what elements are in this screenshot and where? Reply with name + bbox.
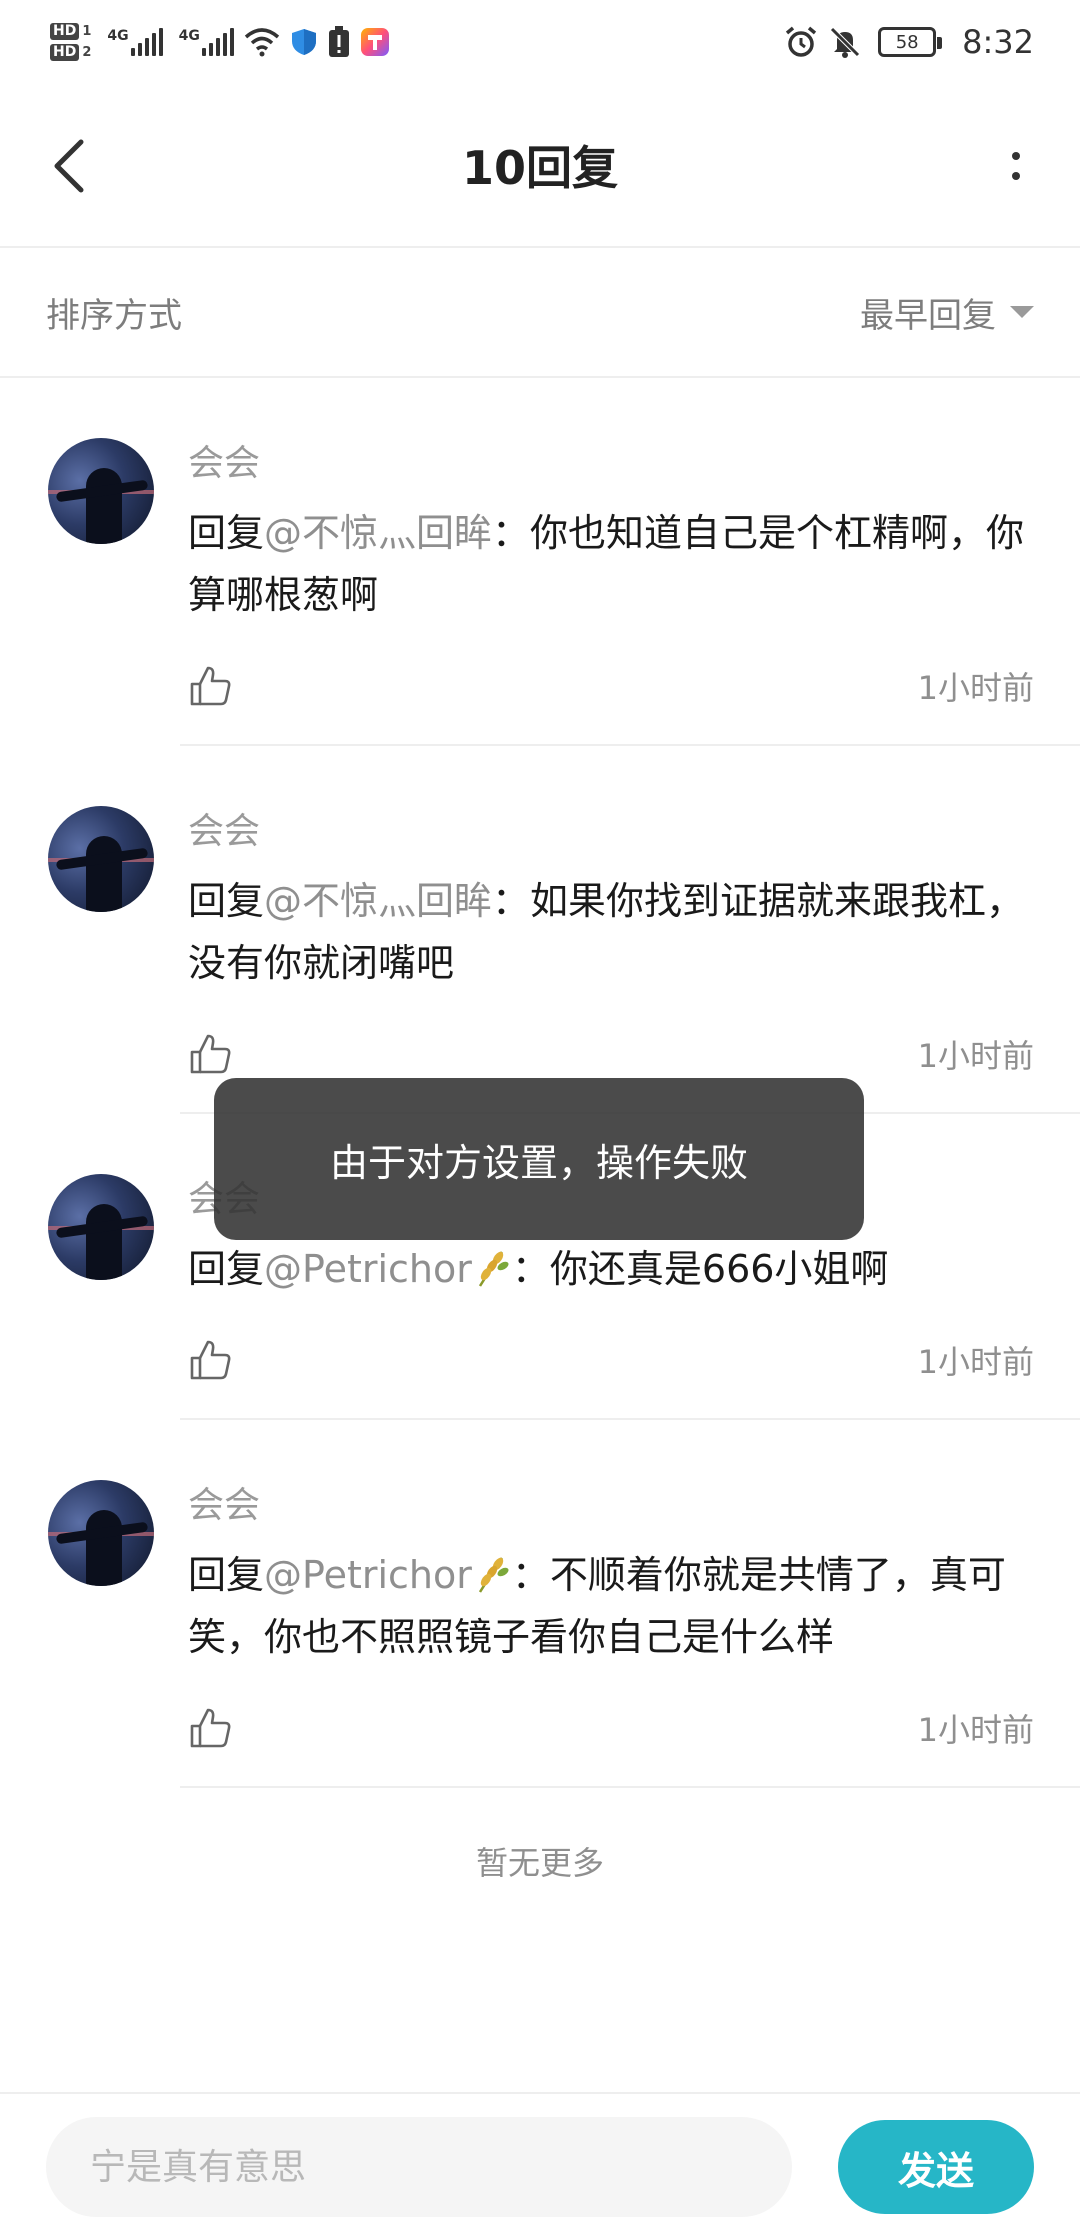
reply-item: 会会 回复@Petrichor ：不顺着你就是共情了，真可笑，你也不照照镜子看你… [0, 1420, 1080, 1788]
app-icon [360, 27, 390, 57]
reply-content[interactable]: 回复@Petrichor ：不顺着你就是共情了，真可笑，你也不照照镜子看你自己是… [188, 1544, 1034, 1668]
no-more-label: 暂无更多 [475, 1844, 604, 1882]
sort-value: 最早回复 [860, 295, 996, 336]
signal-group-2: 4G [179, 28, 234, 56]
signal-icon [130, 28, 163, 56]
avatar[interactable] [48, 1174, 154, 1280]
separator: ： [511, 1247, 550, 1291]
back-button[interactable] [40, 136, 96, 196]
sim-number: 2 [82, 45, 92, 60]
reply-prefix: 回复 [188, 511, 265, 555]
mention-link[interactable]: @不惊灬回眸 [264, 879, 492, 923]
like-button[interactable] [188, 664, 232, 708]
signal-group-1: 4G [107, 28, 163, 56]
thumbs-up-icon [190, 666, 231, 706]
status-right: 58 8:32 [784, 23, 1034, 61]
network-type: 4G [178, 28, 200, 44]
sort-label: 排序方式 [46, 295, 182, 336]
send-button[interactable]: 发送 [838, 2120, 1034, 2214]
username[interactable]: 会会 [188, 1480, 1034, 1532]
battery-level: 58 [895, 31, 919, 53]
username[interactable]: 会会 [188, 438, 1034, 490]
more-options-button[interactable] [992, 136, 1040, 196]
dot [1012, 172, 1020, 180]
reply-item: 会会 回复@不惊灬回眸：如果你找到证据就来跟我杠，没有你就闭嘴吧 1小时前 [0, 746, 1080, 1114]
caret-down-icon [1010, 306, 1034, 318]
mute-icon [828, 25, 862, 59]
wifi-icon [244, 27, 280, 57]
avatar[interactable] [48, 1480, 154, 1586]
sort-dropdown[interactable]: 最早回复 [860, 288, 1034, 337]
mention-link[interactable]: @Petrichor [264, 1553, 472, 1597]
back-arrow-icon [54, 139, 84, 193]
sim2: HD 2 [50, 44, 91, 61]
battery-indicator: 58 [878, 27, 943, 57]
divider [180, 1786, 1080, 1788]
mention-link[interactable]: @Petrichor [264, 1247, 472, 1291]
signal-icon [201, 28, 234, 56]
page-title: 10回复 [461, 141, 618, 195]
reply-meta: 1小时前 [188, 1300, 1034, 1420]
reply-content[interactable]: 回复@不惊灬回眸：你也知道自己是个杠精啊，你算哪根葱啊 [188, 502, 1034, 626]
timestamp: 1小时前 [917, 1037, 1034, 1075]
like-button[interactable] [188, 1032, 232, 1076]
toast-message: 由于对方设置，操作失败 [214, 1078, 864, 1240]
status-bar: HD 1 HD 2 4G 4G 58 8:32 [0, 0, 1080, 84]
reply-text: 你还真是666小姐啊 [549, 1247, 889, 1291]
sim-indicators: HD 1 HD 2 [50, 23, 91, 61]
dot [1012, 152, 1020, 160]
reply-input[interactable] [46, 2117, 792, 2217]
reply-prefix: 回复 [188, 1247, 265, 1291]
reply-meta: 1小时前 [188, 626, 1034, 746]
sim1: HD 1 [50, 23, 91, 40]
separator: ： [511, 1553, 550, 1597]
reply-content[interactable]: 回复@不惊灬回眸：如果你找到证据就来跟我杠，没有你就闭嘴吧 [188, 870, 1034, 994]
grain-badge-icon [478, 1251, 509, 1287]
avatar[interactable] [48, 438, 154, 544]
reply-prefix: 回复 [188, 1553, 265, 1597]
screen: HD 1 HD 2 4G 4G 58 8:32 10回复 排序方式 最早回复 会… [0, 0, 1080, 2240]
grain-badge-icon [478, 1557, 509, 1593]
separator: ： [492, 511, 531, 555]
sim-number: 1 [82, 24, 92, 39]
network-type: 4G [107, 28, 129, 44]
timestamp: 1小时前 [917, 1711, 1034, 1749]
thumbs-up-icon [190, 1034, 231, 1074]
thumbs-up-icon [190, 1708, 231, 1748]
shield-icon [290, 27, 318, 57]
username[interactable]: 会会 [188, 806, 1034, 858]
timestamp: 1小时前 [917, 1343, 1034, 1381]
timestamp: 1小时前 [917, 669, 1034, 707]
alarm-icon [784, 25, 818, 59]
avatar[interactable] [48, 806, 154, 912]
top-nav: 10回复 [0, 84, 1080, 248]
status-left: HD 1 HD 2 4G 4G [50, 23, 390, 61]
like-button[interactable] [188, 1706, 232, 1750]
reply-item: 会会 回复@不惊灬回眸：你也知道自己是个杠精啊，你算哪根葱啊 1小时前 [0, 378, 1080, 746]
hd-badge: HD [50, 23, 80, 40]
sort-bar: 排序方式 最早回复 [0, 248, 1080, 378]
reply-meta: 1小时前 [188, 1668, 1034, 1788]
reply-prefix: 回复 [188, 879, 265, 923]
hd-badge: HD [50, 44, 80, 61]
mention-link[interactable]: @不惊灬回眸 [264, 511, 492, 555]
clock: 8:32 [962, 23, 1034, 61]
like-button[interactable] [188, 1338, 232, 1382]
reply-input-bar: 发送 [0, 2092, 1080, 2240]
alert-icon [328, 26, 350, 58]
separator: ： [492, 879, 531, 923]
thumbs-up-icon [190, 1340, 231, 1380]
reply-content[interactable]: 回复@Petrichor ：你还真是666小姐啊 [188, 1238, 1034, 1300]
